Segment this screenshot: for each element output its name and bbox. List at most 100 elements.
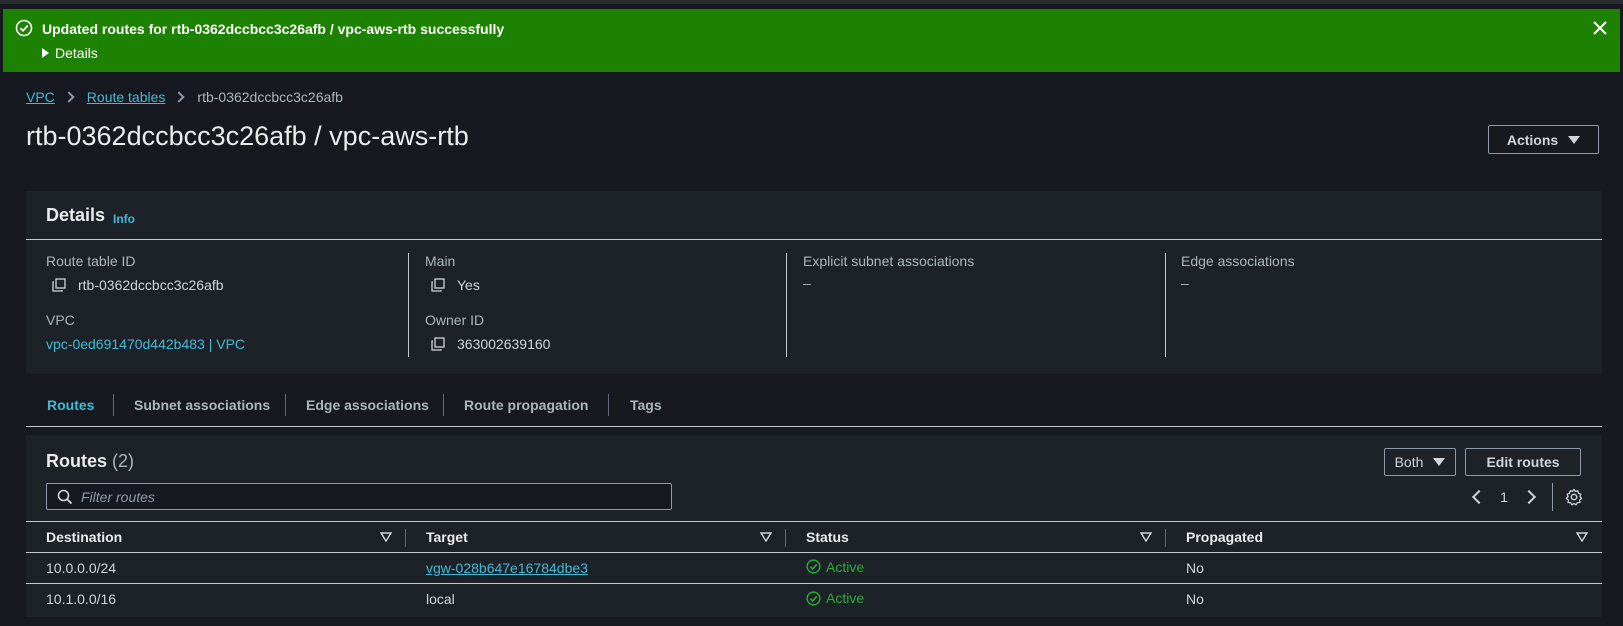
routes-heading: Routes (2)	[46, 451, 134, 472]
routes-count: (2)	[112, 451, 135, 471]
route-table-id-label: Route table ID	[46, 253, 136, 269]
explicit-subnet-value: –	[803, 275, 811, 291]
pager-divider	[1552, 483, 1553, 511]
routes-title: Routes	[46, 451, 108, 471]
chevron-right-icon	[173, 91, 186, 103]
previous-page-icon[interactable]	[1471, 489, 1487, 505]
copy-icon[interactable]	[431, 337, 445, 351]
success-check-icon	[806, 590, 821, 606]
tab-tags[interactable]: Tags	[630, 397, 662, 413]
status-cell: Active	[786, 584, 1166, 615]
copy-icon[interactable]	[52, 278, 66, 292]
owner-id-label: Owner ID	[425, 312, 485, 328]
close-icon[interactable]	[1592, 20, 1608, 36]
tab-bar: Routes Subnet associations Edge associat…	[26, 389, 1602, 427]
details-column-1: Route table ID rtb-0362dccbcc3c26afb VPC…	[46, 253, 245, 352]
chevron-right-icon	[63, 91, 75, 103]
destination-cell: 10.0.0.0/24	[26, 552, 406, 584]
status-text: Active	[826, 590, 865, 606]
propagated-cell: No	[1166, 552, 1602, 584]
edit-routes-button[interactable]: Edit routes	[1465, 448, 1581, 476]
details-column-2: Main Yes Owner ID 363002639160	[425, 253, 550, 352]
column-header-label: Target	[426, 529, 468, 545]
column-header-target[interactable]: Target	[406, 521, 786, 553]
tab-divider	[285, 394, 286, 416]
target-link[interactable]: vgw-028b647e16784dbe3	[426, 560, 588, 576]
sort-icon	[380, 532, 392, 542]
status-badge: Active	[806, 590, 864, 606]
table-header-row: Destination Target Status Propagated	[26, 521, 1602, 553]
details-heading: Details	[46, 205, 106, 225]
tab-routes[interactable]: Routes	[47, 397, 94, 413]
breadcrumb-current: rtb-0362dccbcc3c26afb	[197, 89, 343, 105]
column-divider	[1165, 253, 1166, 357]
tab-subnet-associations[interactable]: Subnet associations	[134, 397, 270, 413]
route-table-id-value: rtb-0362dccbcc3c26afb	[46, 277, 245, 293]
vpc-link[interactable]: vpc-0ed691470d442b483 | VPC	[46, 336, 245, 352]
caret-right-icon	[42, 48, 49, 58]
page-number[interactable]: 1	[1494, 489, 1514, 505]
search-icon	[57, 489, 73, 504]
success-check-icon	[806, 559, 821, 574]
flash-message: Updated routes for rtb-0362dccbcc3c26afb…	[42, 21, 505, 37]
column-header-destination[interactable]: Destination	[26, 521, 406, 553]
tab-route-propagation[interactable]: Route propagation	[464, 397, 588, 413]
target-cell: local	[426, 591, 455, 608]
tab-divider	[608, 394, 609, 416]
flash-details-toggle[interactable]: Details	[42, 45, 98, 61]
sort-icon	[1140, 532, 1152, 542]
tab-edge-associations[interactable]: Edge associations	[306, 397, 429, 413]
tab-divider	[443, 394, 444, 416]
success-check-icon	[15, 19, 33, 37]
page-title: rtb-0362dccbcc3c26afb / vpc-aws-rtb	[26, 121, 469, 151]
target-cell: vgw-028b647e16784dbe3	[406, 552, 786, 584]
vpc-value: vpc-0ed691470d442b483 | VPC	[46, 336, 245, 352]
column-divider	[786, 253, 787, 357]
breadcrumb: VPC Route tables rtb-0362dccbcc3c26afb	[26, 89, 343, 105]
flash-details-label: Details	[55, 45, 98, 61]
routes-panel: Routes (2) Both Edit routes 1	[26, 435, 1602, 617]
caret-down-icon	[1433, 458, 1446, 466]
owner-id-text: 363002639160	[457, 336, 551, 352]
actions-label: Actions	[1506, 131, 1559, 148]
breadcrumb-route-tables[interactable]: Route tables	[87, 89, 166, 105]
column-header-label: Destination	[46, 529, 123, 545]
route-filter-value: Both	[1394, 454, 1424, 470]
destination-cell: 10.1.0.0/16	[46, 591, 117, 608]
details-column-3: Explicit subnet associations –	[803, 253, 974, 291]
column-header-label: Status	[806, 529, 849, 545]
explicit-subnet-label: Explicit subnet associations	[803, 253, 975, 269]
breadcrumb-vpc[interactable]: VPC	[26, 89, 55, 105]
edge-associations-label: Edge associations	[1181, 253, 1295, 269]
next-page-icon[interactable]	[1521, 489, 1537, 505]
edge-associations-value: –	[1181, 275, 1189, 291]
column-header-label: Propagated	[1186, 529, 1264, 545]
status-cell: Active	[786, 552, 1166, 584]
column-header-propagated[interactable]: Propagated	[1166, 521, 1602, 553]
propagated-cell: No	[1186, 591, 1204, 608]
route-table-id-text: rtb-0362dccbcc3c26afb	[78, 277, 224, 293]
sort-icon	[760, 532, 772, 542]
main-value: Yes	[425, 277, 550, 293]
success-flash-banner: Updated routes for rtb-0362dccbcc3c26afb…	[3, 9, 1620, 72]
table-row: 10.1.0.0/16 local Active No	[26, 584, 1602, 615]
divider	[26, 239, 1602, 240]
status-text: Active	[826, 558, 865, 575]
filter-routes-input[interactable]	[81, 488, 661, 505]
vpc-label: VPC	[46, 312, 75, 328]
actions-button[interactable]: Actions	[1488, 125, 1599, 154]
table-row: 10.0.0.0/24 vgw-028b647e16784dbe3 Active…	[26, 552, 1602, 584]
caret-down-icon	[1568, 135, 1581, 144]
filter-routes-field[interactable]	[46, 483, 672, 510]
page: Updated routes for rtb-0362dccbcc3c26afb…	[0, 0, 1623, 626]
column-header-status[interactable]: Status	[786, 521, 1166, 553]
status-badge: Active	[806, 559, 864, 575]
info-link[interactable]: Info	[113, 212, 135, 226]
pagination: 1	[1466, 483, 1583, 511]
main-label: Main	[425, 253, 456, 269]
owner-id-value: 363002639160	[425, 336, 550, 352]
tab-divider	[113, 394, 114, 416]
copy-icon[interactable]	[431, 278, 445, 292]
route-filter-select[interactable]: Both	[1384, 448, 1456, 476]
gear-icon[interactable]	[1565, 488, 1583, 506]
